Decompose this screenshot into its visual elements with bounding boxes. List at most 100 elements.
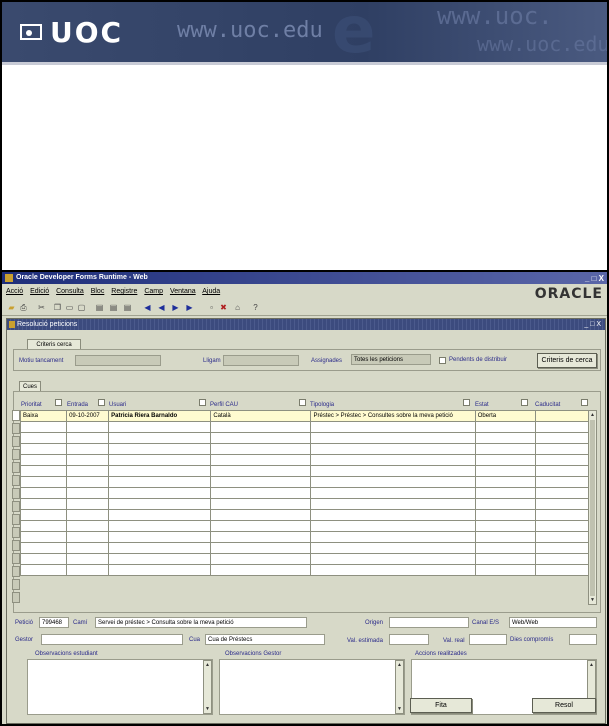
cell-tipologia[interactable] [310,531,476,543]
peticio-field[interactable]: 799468 [39,617,69,628]
cell-caducitat[interactable] [534,553,591,565]
cut-icon[interactable]: ✂ [36,302,47,313]
table-row[interactable]: Baixa 09-10-2007 Patricia Riera Barnaldo Ca… [19,410,591,422]
cell-entrada[interactable] [66,432,110,444]
cell-perfil[interactable] [210,509,312,521]
assignades-select[interactable]: Totes les peticions [351,354,431,365]
cell-entrada[interactable] [66,509,110,521]
canal-field[interactable]: Web/Web [509,617,597,628]
cell-prioritat[interactable] [19,454,68,466]
col-perfil-sort[interactable] [299,399,306,406]
dies-compromis-field[interactable] [569,634,597,645]
query-cancel-icon[interactable]: ▤ [122,302,133,313]
cell-entrada[interactable] [66,476,110,488]
cell-perfil[interactable] [210,542,312,554]
cell-prioritat[interactable] [19,432,68,444]
table-scrollbar[interactable]: ▲ ▼ [588,410,597,605]
form-controls[interactable]: _ □ X [584,319,601,330]
cell-entrada[interactable] [66,531,110,543]
cell-tipologia[interactable] [310,476,476,488]
col-entrada-sort[interactable] [98,399,105,406]
table-row[interactable] [19,476,591,488]
cell-usuari[interactable] [108,542,212,554]
cell-tipologia[interactable] [310,443,476,455]
cell-usuari[interactable]: Patricia Riera Barnaldo [108,410,212,422]
row-indicator[interactable] [12,462,20,473]
cell-caducitat[interactable] [534,542,591,554]
cell-perfil[interactable] [210,476,312,488]
table-row[interactable] [19,465,591,477]
cell-perfil[interactable] [210,421,312,433]
col-caducitat-sort[interactable] [581,399,588,406]
obs-gestor-textarea[interactable] [219,659,405,715]
row-indicator[interactable] [12,540,20,551]
row-indicator[interactable] [12,501,20,512]
cell-estat[interactable] [474,454,536,466]
cell-prioritat[interactable] [19,531,68,543]
menu-item-accio[interactable]: Acció [6,288,23,295]
cell-tipologia[interactable] [310,509,476,521]
cell-caducitat[interactable] [534,564,591,576]
menu-item-edicio[interactable]: Edició [30,288,49,295]
cell-prioritat[interactable] [19,443,68,455]
row-indicator[interactable] [12,436,20,447]
cell-usuari[interactable] [108,531,212,543]
cell-estat[interactable] [474,564,536,576]
cell-perfil[interactable] [210,553,312,565]
next-record-icon[interactable]: ▶ [170,302,181,313]
print-icon[interactable]: ⎙ [18,302,29,313]
cell-usuari[interactable] [108,465,212,477]
cell-usuari[interactable] [108,454,212,466]
cell-tipologia[interactable] [310,553,476,565]
row-indicator[interactable] [12,449,20,460]
menu-item-consulta[interactable]: Consulta [56,288,84,295]
cell-prioritat[interactable] [19,553,68,565]
last-record-icon[interactable]: ▶ [184,302,195,313]
cell-usuari[interactable] [108,421,212,433]
cell-perfil[interactable] [210,465,312,477]
cell-entrada[interactable]: 09-10-2007 [66,410,110,422]
col-estat-sort[interactable] [521,399,528,406]
table-row[interactable] [19,498,591,510]
prev-record-icon[interactable]: ◀ [156,302,167,313]
cell-usuari[interactable] [108,564,212,576]
obs-estudiant-textarea[interactable] [27,659,213,715]
table-row[interactable] [19,487,591,499]
cell-prioritat[interactable] [19,498,68,510]
cell-entrada[interactable] [66,487,110,499]
resol-button[interactable]: Resol [532,698,596,713]
cell-perfil[interactable] [210,498,312,510]
gestor-field[interactable] [41,634,183,645]
cell-tipologia[interactable]: Préstec > Préstec > Consultes sobre la m… [310,410,476,422]
cell-prioritat[interactable] [19,564,68,576]
table-row[interactable] [19,564,591,576]
cell-caducitat[interactable] [534,476,591,488]
cell-caducitat[interactable] [534,443,591,455]
cell-caducitat[interactable] [534,465,591,477]
table-row[interactable] [19,509,591,521]
cell-tipologia[interactable] [310,487,476,499]
table-row[interactable] [19,553,591,565]
row-indicator[interactable] [12,592,20,603]
paste-icon[interactable]: ▭ [64,302,75,313]
obs-estudiant-scrollbar[interactable]: ▲ ▼ [203,660,212,714]
cell-entrada[interactable] [66,465,110,477]
menu-item-registre[interactable]: Registre [111,288,137,295]
cell-estat[interactable] [474,542,536,554]
cell-tipologia[interactable] [310,454,476,466]
scroll-thumb[interactable] [590,420,595,596]
cell-usuari[interactable] [108,476,212,488]
cell-caducitat[interactable] [534,520,591,532]
row-indicator[interactable] [12,475,20,486]
pendents-checkbox[interactable] [439,357,446,364]
cell-tipologia[interactable] [310,432,476,444]
row-indicator[interactable] [12,423,20,434]
cell-entrada[interactable] [66,542,110,554]
cell-tipologia[interactable] [310,465,476,477]
cell-perfil[interactable] [210,531,312,543]
val-estimada-field[interactable] [389,634,429,645]
table-row[interactable] [19,432,591,444]
cell-usuari[interactable] [108,498,212,510]
cell-entrada[interactable] [66,553,110,565]
cua-field[interactable]: Cua de Préstecs [205,634,325,645]
